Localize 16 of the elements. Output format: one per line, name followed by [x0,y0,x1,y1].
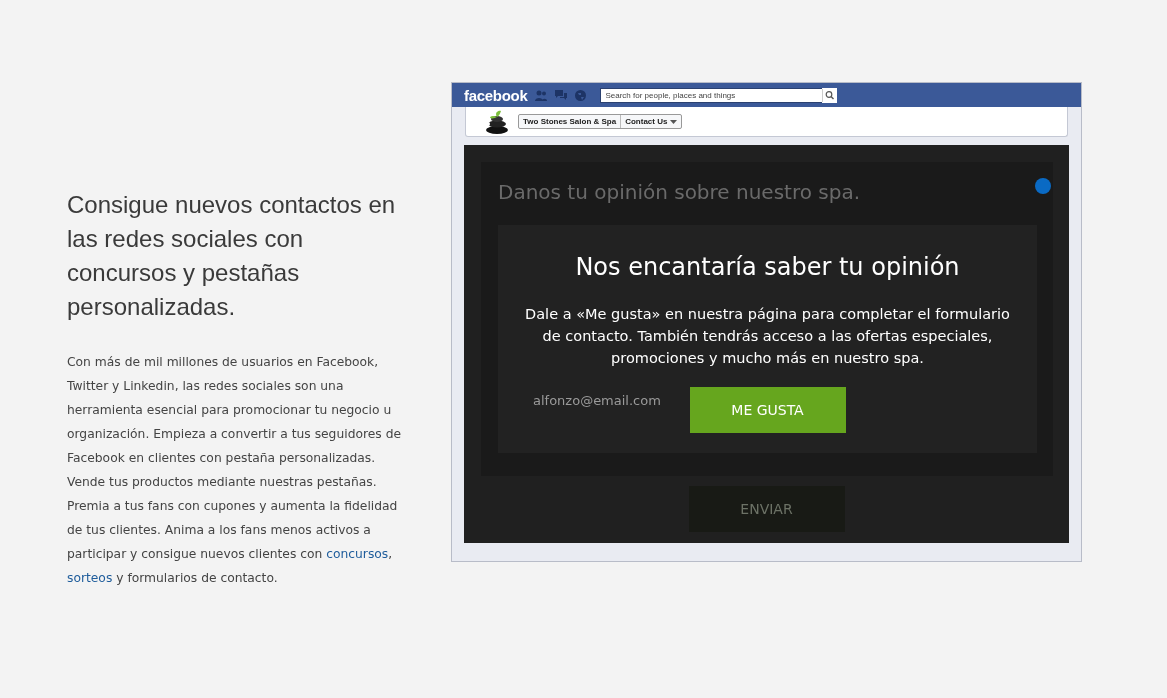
email-value: alfonzo@email.com [532,393,661,408]
submit-button[interactable]: ENVIAR [688,486,845,532]
friends-icon[interactable] [535,89,548,101]
globe-icon[interactable] [575,89,587,101]
messages-icon[interactable] [555,90,568,100]
modal-title: Nos encantaría saber tu opinión [575,253,960,281]
description-paragraph: Con más de mil millones de usuarios en Facebook, Twitter y Linkedin, las redes sociales son una herramienta esencial para promocionar tu negocio u organización. Empieza a convertir a tus seguidores de Facebook en clientes con pestaña personalizadas. Vende tus productos mediante nuestras pestañas. Premia a tus fans con cupones y aumenta la fidelidad de tus clientes. Anima a los fans menos activos a participar y consigue nuevos clientes con concursos, sorteos y formularios de contacto. [67,354,402,587]
section-heading: Consigue nuevos contactos en las redes sociales con concursos y pestañas personalizadas. [67,190,397,322]
tab-dropdown[interactable]: Contact Us [620,115,682,128]
facebook-logo[interactable]: facebook [464,86,528,104]
search-field[interactable]: Search for people, places and things [600,87,823,103]
page-name-link[interactable]: Two Stones Salon & Spa [519,115,621,128]
text-link[interactable]: sorteos [67,571,113,585]
modal-message: Dale a «Me gusta» en nuestra página para completar el formulario de contacto. También tendrás acceso a las ofertas especiales, promociones y mucho más en nuestro spa. [524,305,1011,368]
form-title: Danos tu opinión sobre nuestro spa. [498,180,862,204]
caret-icon [670,119,678,124]
